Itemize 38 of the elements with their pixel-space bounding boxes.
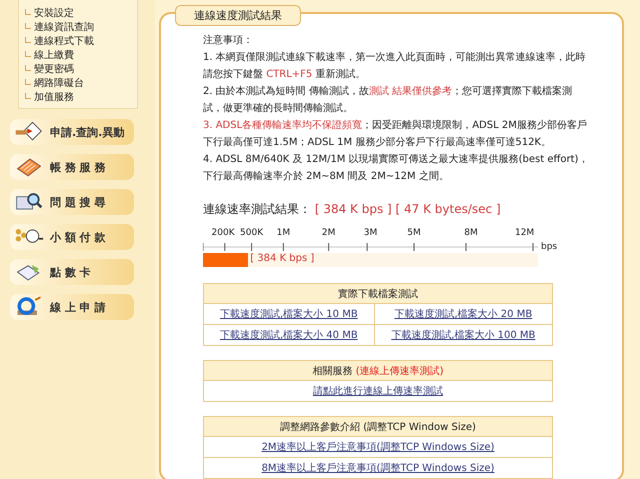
note-text: 4. ADSL 8M/640K 及 12M/1M 以現場實際可傳送之最大速率提供服務(best effort)，下行最高傳輸速率介於 2M~8M 間及 2M~12M 之間。 [203, 152, 590, 184]
sidebar-link[interactable]: 變更密碼 [34, 62, 74, 76]
sidebar-button[interactable]: 申請.查詢.異動 [10, 119, 134, 145]
note-text: 2. 由於本測試為短時間 傳輸測試，故測試 結果僅供參考；您可選擇實際下載檔案測試，做更準確的長時間傳輸測試。 [203, 84, 574, 116]
scale-tick-label: 500K [240, 228, 264, 238]
sidebar-link[interactable]: 網路障礙台 [34, 76, 84, 90]
scale-tick-label: 8M [464, 228, 478, 238]
scale-unit: bps [541, 242, 558, 252]
upload-test-link[interactable]: 請點此進行連線上傳速率測試 [313, 386, 443, 397]
sidebar-button[interactable]: 點 數 卡 [10, 259, 134, 285]
bar-reading: [ 384 K bps ] [250, 253, 314, 264]
note-text: 3. ADSL各種傳輸速率均不保證頻寬；因受距離與環境限制，ADSL 2M服務少部份客戶下行最高僅可達1.5M；ADSL 1M 服務少部分客戶下行最高速率僅可達512K。 [203, 118, 588, 150]
scale-tick-label: 200K [212, 228, 235, 238]
result-label: 連線速率測試結果： [203, 202, 311, 216]
result-bytes: [ 47 K bytes/sec ] [396, 202, 501, 216]
table-header: 相關服務 [312, 366, 352, 376]
scale-tick-label: 3M [364, 228, 378, 238]
table-header: 調整網路參數介紹 (調整TCP Window Size) [204, 416, 552, 436]
sidebar-button[interactable]: 問 題 搜 尋 [10, 189, 134, 215]
sidebar-link[interactable]: 線上繳費 [34, 48, 74, 62]
notes-heading: 注意事項： [203, 34, 254, 48]
sidebar-link[interactable]: 連線資訊查詢 [34, 20, 94, 34]
table-header: 實際下載檔案測試 [204, 284, 552, 304]
result-bps: [ 384 K bps ] [314, 202, 392, 216]
sidebar-button[interactable]: 帳 務 服 務 [10, 154, 134, 180]
sidebar-button[interactable]: 小 額 付 款 [10, 224, 134, 250]
panel-title: 連線速度測試結果 [175, 5, 301, 26]
scale-tick-label: 2M [322, 228, 336, 238]
note-text: 1. 本網頁僅限測試連線下載速率，第一次進入此頁面時，可能測出異常連線速率，此時請您按下鍵盤 CTRL+F5 重新測試。 [203, 50, 587, 82]
sidebar-link[interactable]: 安裝設定 [34, 6, 74, 20]
scale-tick-label: 12M [514, 228, 534, 238]
book-icon [14, 156, 44, 178]
scale-tick-label: 1M [276, 228, 290, 238]
sidebar-link[interactable]: 加值服務 [34, 90, 74, 104]
sidebar-button[interactable]: 線 上 申 請 [10, 294, 134, 320]
sidebar-link[interactable]: 連線程式下載 [34, 34, 94, 48]
table-header-highlight: (連線上傳速率測試) [356, 366, 444, 376]
scale-tick-label: 5M [407, 228, 421, 238]
